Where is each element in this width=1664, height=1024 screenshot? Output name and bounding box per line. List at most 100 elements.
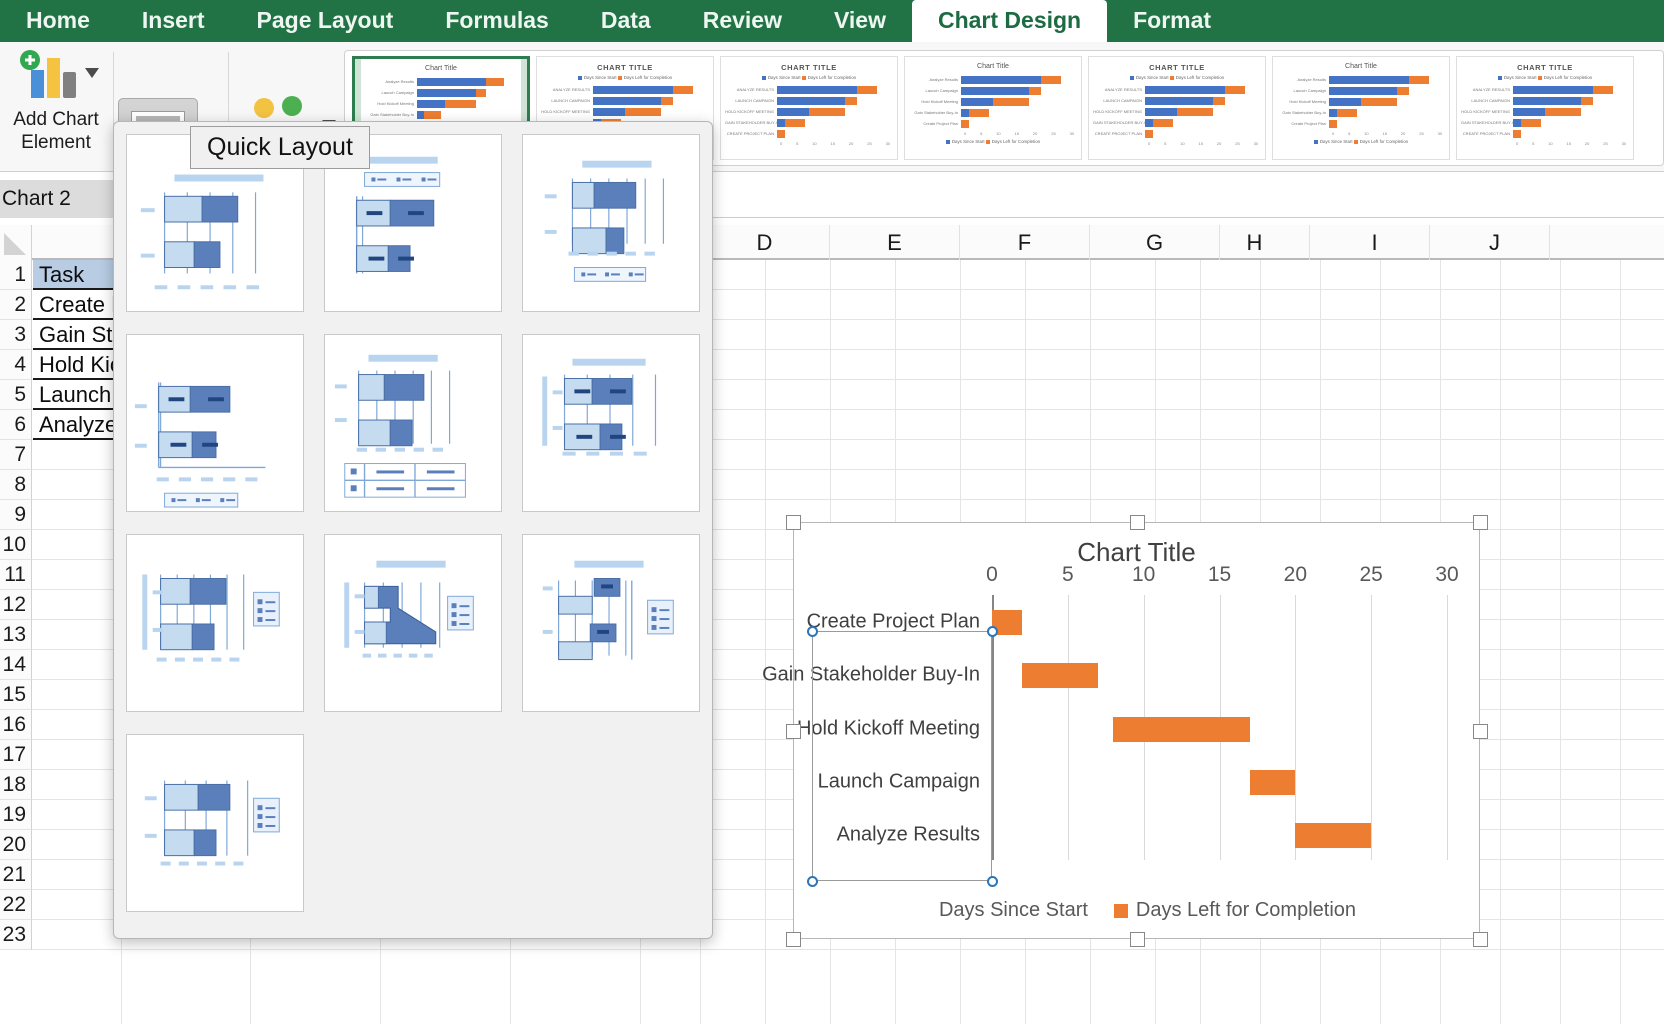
column-header-J[interactable]: J xyxy=(1440,225,1550,260)
row-header-18[interactable]: 18 xyxy=(0,770,32,800)
ribbon-tab-home[interactable]: Home xyxy=(0,0,116,42)
ribbon-tab-chart-design[interactable]: Chart Design xyxy=(912,0,1107,42)
row-header-21[interactable]: 21 xyxy=(0,860,32,890)
column-header-F[interactable]: F xyxy=(960,225,1090,260)
chart-style-thumb-4[interactable]: Chart TitleAnalyze ResultsLaunch Campaig… xyxy=(904,56,1082,160)
quick-layout-option-6[interactable] xyxy=(522,334,700,512)
chart-resize-handle-1[interactable] xyxy=(786,515,801,530)
legend-entry-1[interactable]: Days Since Start xyxy=(917,899,1088,922)
quick-layout-option-5[interactable] xyxy=(324,334,502,512)
row-header-13[interactable]: 13 xyxy=(0,620,32,650)
quick-layout-option-9[interactable] xyxy=(522,534,700,712)
style-thumb-category: Analyze Results xyxy=(365,79,417,84)
ribbon-tab-review[interactable]: Review xyxy=(677,0,808,42)
style-thumb-category: Gain Stakeholder Buy-In xyxy=(365,112,417,117)
style-thumb-track xyxy=(1513,119,1633,127)
category-axis-handle-3[interactable] xyxy=(807,876,818,887)
chart-style-thumb-7[interactable]: CHART TITLEDays Since Start Days Left fo… xyxy=(1456,56,1634,160)
row-header-7[interactable]: 7 xyxy=(0,440,32,470)
bar-launch-campaign[interactable] xyxy=(1250,770,1296,795)
row-header-1[interactable]: 1 xyxy=(0,260,32,290)
ribbon-tab-formulas[interactable]: Formulas xyxy=(419,0,575,42)
cell-A1[interactable]: Task xyxy=(33,260,121,289)
chart-resize-handle-6[interactable] xyxy=(786,932,801,947)
chart-style-thumb-3[interactable]: CHART TITLEDays Since Start Days Left fo… xyxy=(720,56,898,160)
style-thumb-bar-series2 xyxy=(857,86,877,94)
chart-resize-handle-4[interactable] xyxy=(786,724,801,739)
style-thumb-row: ANALYZE RESULTS xyxy=(1461,84,1633,95)
row-header-14[interactable]: 14 xyxy=(0,650,32,680)
category-label-2[interactable]: Gain Stakeholder Buy-In xyxy=(762,664,992,687)
row-header-9[interactable]: 9 xyxy=(0,500,32,530)
row-header-23[interactable]: 23 xyxy=(0,920,32,950)
quick-layout-option-10[interactable] xyxy=(126,734,304,912)
row-header-19[interactable]: 19 xyxy=(0,800,32,830)
chart-resize-handle-7[interactable] xyxy=(1130,932,1145,947)
category-axis-handle-4[interactable] xyxy=(987,876,998,887)
category-label-5[interactable]: Analyze Results xyxy=(837,824,992,847)
row-header-3[interactable]: 3 xyxy=(0,320,32,350)
row-header-16[interactable]: 16 xyxy=(0,710,32,740)
select-all-corner[interactable] xyxy=(0,225,32,260)
ribbon-tab-view[interactable]: View xyxy=(808,0,912,42)
row-header-11[interactable]: 11 xyxy=(0,560,32,590)
row-header-17[interactable]: 17 xyxy=(0,740,32,770)
chart-style-thumb-5[interactable]: CHART TITLEDays Since Start Days Left fo… xyxy=(1088,56,1266,160)
row-header-4[interactable]: 4 xyxy=(0,350,32,380)
row-header-10[interactable]: 10 xyxy=(0,530,32,560)
style-thumb-tick: 25 xyxy=(1235,141,1239,146)
ribbon-tab-insert[interactable]: Insert xyxy=(116,0,231,42)
column-header-E[interactable]: E xyxy=(830,225,960,260)
chart-resize-handle-5[interactable] xyxy=(1473,724,1488,739)
cell-A2[interactable]: Create P xyxy=(33,290,121,319)
cell-A3[interactable]: Gain Sta xyxy=(33,320,121,349)
row-header-6[interactable]: 6 xyxy=(0,410,32,440)
ribbon-tab-page-layout[interactable]: Page Layout xyxy=(231,0,420,42)
chart-resize-handle-2[interactable] xyxy=(1130,515,1145,530)
column-header-I[interactable]: I xyxy=(1320,225,1430,260)
chart-style-thumb-6[interactable]: Chart TitleAnalyze ResultsLaunch Campaig… xyxy=(1272,56,1450,160)
row-header-5[interactable]: 5 xyxy=(0,380,32,410)
category-label-4[interactable]: Launch Campaign xyxy=(818,770,992,793)
chart-object[interactable]: Chart Title 051015202530Create Project P… xyxy=(793,522,1480,939)
quick-layout-option-3[interactable] xyxy=(522,134,700,312)
add-chart-element-button[interactable]: Add Chart Element xyxy=(0,42,112,172)
bar-analyze-results[interactable] xyxy=(1295,823,1371,848)
name-box-value: Chart 2 xyxy=(2,187,71,211)
ribbon-tab-format[interactable]: Format xyxy=(1107,0,1237,42)
legend-entry-2[interactable]: Days Left for Completion xyxy=(1114,899,1356,922)
style-thumb-plot: ANALYZE RESULTSLAUNCH CAMPAIGNHOLD KICKO… xyxy=(721,84,897,139)
style-thumb-bar-series1 xyxy=(593,108,625,116)
x-axis-tick-0: 0 xyxy=(986,563,998,587)
quick-layout-option-4[interactable] xyxy=(126,334,304,512)
row-header-8[interactable]: 8 xyxy=(0,470,32,500)
bar-hold-kickoff-meeting[interactable] xyxy=(1113,717,1250,742)
cell-A5[interactable]: Launch xyxy=(33,380,121,409)
name-box[interactable]: Chart 2 xyxy=(0,180,120,218)
quick-layout-preview-6 xyxy=(523,335,699,511)
category-label-1[interactable]: Create Project Plan xyxy=(807,610,992,633)
row-header-2[interactable]: 2 xyxy=(0,290,32,320)
row-header-12[interactable]: 12 xyxy=(0,590,32,620)
category-label-3[interactable]: Hold Kickoff Meeting xyxy=(797,717,992,740)
style-thumb-track xyxy=(1145,97,1265,105)
quick-layout-dropdown-panel[interactable] xyxy=(113,121,713,939)
plot-area[interactable]: 051015202530Create Project PlanGain Stak… xyxy=(992,595,1447,860)
row-header-22[interactable]: 22 xyxy=(0,890,32,920)
cell-A6[interactable]: Analyze xyxy=(33,410,121,439)
bar-create-project-plan[interactable] xyxy=(992,610,1022,635)
chart-resize-handle-3[interactable] xyxy=(1473,515,1488,530)
ribbon-tab-data[interactable]: Data xyxy=(575,0,677,42)
column-header-D[interactable]: D xyxy=(700,225,830,260)
quick-layout-option-8[interactable] xyxy=(324,534,502,712)
row-header-20[interactable]: 20 xyxy=(0,830,32,860)
style-thumb-legend-swatch xyxy=(802,76,806,80)
row-header-15[interactable]: 15 xyxy=(0,680,32,710)
chart-legend[interactable]: Days Since Start Days Left for Completion xyxy=(794,899,1479,922)
bar-gain-stakeholder-buy-in[interactable] xyxy=(1022,663,1098,688)
column-header-H[interactable]: H xyxy=(1200,225,1310,260)
add-chart-element-icon xyxy=(13,50,99,104)
quick-layout-option-7[interactable] xyxy=(126,534,304,712)
chart-resize-handle-8[interactable] xyxy=(1473,932,1488,947)
cell-A4[interactable]: Hold Kic xyxy=(33,350,121,379)
